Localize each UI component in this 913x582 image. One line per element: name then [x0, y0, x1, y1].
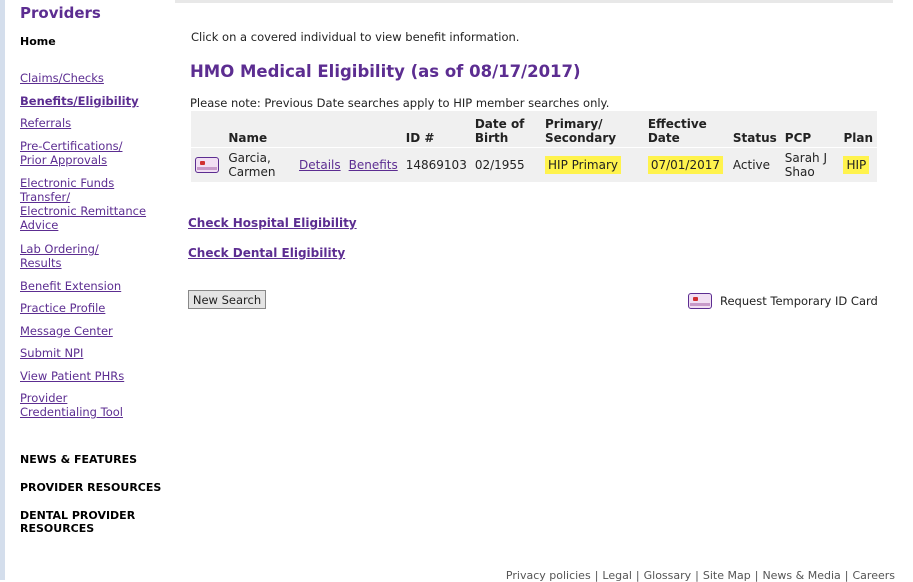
footer-separator: | [695, 569, 699, 582]
header-dob: Date of Birth [474, 117, 525, 145]
member-name: Garcia, Carmen [224, 147, 296, 182]
footer-separator: | [754, 569, 759, 582]
sidebar-section-provider-resources[interactable]: PROVIDER RESOURCES [20, 481, 161, 494]
header-plan: Plan [843, 131, 873, 145]
footer-link-careers[interactable]: Careers [853, 569, 896, 582]
sidebar-item-home[interactable]: Home [20, 35, 56, 48]
footer-link-legal[interactable]: Legal [602, 569, 631, 582]
member-pcp: Sarah J Shao [780, 147, 840, 182]
plan-value: HIP [843, 156, 870, 174]
footer-link-news-media[interactable]: News & Media [762, 569, 840, 582]
table-row[interactable]: Garcia, Carmen Details Benefits 14869103 … [191, 147, 877, 182]
sidebar-item-practice-profile[interactable]: Practice Profile [20, 301, 105, 315]
sidebar-item-lab-ordering[interactable]: Lab Ordering/Results [20, 242, 99, 270]
primary-secondary-value: HIP Primary [545, 156, 621, 174]
instruction-text: Click on a covered individual to view be… [191, 30, 520, 44]
table-header-row: Name ID # Date of Birth Primary/Secondary… [191, 111, 877, 148]
footer-separator: | [844, 569, 849, 582]
details-cell: Details [295, 147, 345, 182]
header-pcp: PCP [784, 131, 812, 145]
footer-link-glossary[interactable]: Glossary [644, 569, 692, 582]
sidebar-item-message-center[interactable]: Message Center [20, 324, 113, 338]
member-status: Active [728, 147, 781, 182]
sidebar-item-submit-npi[interactable]: Submit NPI [20, 346, 83, 360]
benefits-link[interactable]: Benefits [349, 158, 398, 172]
sidebar-title: Providers [20, 4, 101, 22]
footer-links: Privacy policies | Legal | Glossary | Site Map… [506, 569, 895, 582]
details-link[interactable]: Details [299, 158, 341, 172]
effective-date-cell: 07/01/2017 [643, 147, 729, 182]
member-card-cell[interactable] [191, 147, 225, 182]
header-card-col [191, 111, 224, 148]
footer-separator: | [635, 569, 640, 582]
top-strip [175, 0, 893, 3]
sidebar-item-benefit-extension[interactable]: Benefit Extension [20, 279, 121, 293]
id-card-icon[interactable] [688, 293, 712, 309]
date-search-note: Please note: Previous Date searches appl… [190, 96, 610, 110]
header-primary-secondary: Primary/Secondary [545, 117, 617, 145]
request-temp-id-card[interactable]: Request Temporary ID Card [688, 293, 878, 309]
sidebar-item-electronic-funds[interactable]: Electronic Funds Transfer/Electronic Remi… [20, 176, 146, 232]
header-name: Name [228, 131, 268, 145]
header-id: ID # [405, 131, 435, 145]
new-search-button[interactable]: New Search [188, 290, 266, 309]
member-id: 14869103 [401, 147, 471, 182]
sidebar-item-referrals[interactable]: Referrals [20, 116, 71, 130]
check-dental-eligibility-link[interactable]: Check Dental Eligibility [188, 246, 345, 260]
sidebar-section-news-features[interactable]: NEWS & FEATURES [20, 453, 137, 466]
id-card-icon[interactable] [195, 157, 219, 173]
benefits-cell: Benefits [344, 147, 402, 182]
header-effective-date: Effective Date [647, 117, 707, 145]
check-hospital-eligibility-link[interactable]: Check Hospital Eligibility [188, 216, 357, 230]
sidebar-item-provider-credentialing[interactable]: Provider Credentialing Tool [20, 391, 123, 419]
primary-secondary-cell: HIP Primary [541, 147, 644, 182]
header-details-col [295, 111, 345, 148]
member-dob: 02/1955 [470, 147, 541, 182]
sidebar-item-view-patient-phrs[interactable]: View Patient PHRs [20, 369, 124, 383]
page-title: HMO Medical Eligibility (as of 08/17/201… [190, 62, 581, 81]
header-status: Status [732, 131, 777, 145]
footer-separator: | [594, 569, 599, 582]
sidebar-section-dental-provider-resources[interactable]: DENTAL PROVIDER RESOURCES [20, 509, 135, 535]
header-benefits-col [345, 111, 402, 148]
sidebar-item-benefits-eligibility[interactable]: Benefits/Eligibility [20, 94, 139, 108]
footer-link-site-map[interactable]: Site Map [703, 569, 751, 582]
sidebar-item-pre-certifications[interactable]: Pre-Certifications/Prior Approvals [20, 139, 122, 167]
sidebar-item-claims-checks[interactable]: Claims/Checks [20, 71, 104, 85]
footer-link-privacy[interactable]: Privacy policies [506, 569, 591, 582]
plan-cell: HIP [839, 147, 877, 182]
request-temp-id-card-label[interactable]: Request Temporary ID Card [720, 294, 878, 308]
effective-date-value: 07/01/2017 [647, 156, 723, 174]
eligibility-table: Name ID # Date of Birth Primary/Secondary… [191, 111, 877, 182]
left-rail [0, 0, 5, 580]
